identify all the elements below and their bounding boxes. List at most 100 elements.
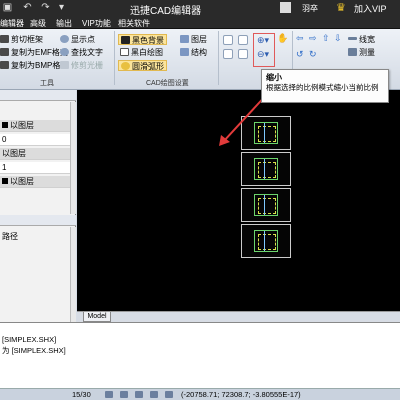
user-name[interactable]: 羽卒: [302, 3, 318, 14]
arrow-up-icon[interactable]: ⇧: [322, 33, 330, 44]
arrow-right-icon[interactable]: ⇨: [309, 33, 317, 44]
fit-icon[interactable]: [223, 49, 233, 59]
structure-label: 结构: [191, 48, 207, 57]
undo-icon[interactable]: ↶: [22, 2, 33, 13]
copy-emf-icon: [0, 48, 9, 56]
menu-advanced[interactable]: 高级: [30, 18, 46, 29]
smooth-arc-button[interactable]: 圆滑弧形: [118, 60, 167, 71]
black-background-button[interactable]: 黑色背景: [118, 34, 167, 45]
find-text-button[interactable]: 查找文字: [60, 47, 103, 58]
layer-row[interactable]: 1: [0, 162, 70, 174]
join-vip-button[interactable]: 加入VIP: [354, 2, 387, 15]
show-points-button[interactable]: 显示点: [60, 34, 95, 45]
group-separator: [114, 31, 115, 85]
layer-row-label: 以图层: [2, 149, 26, 158]
cut-frame-label: 剪切框架: [11, 35, 43, 44]
drawing-thumbnail[interactable]: [241, 188, 291, 222]
save-icon[interactable]: ▣: [2, 2, 13, 13]
app-title: 迅捷CAD编辑器: [130, 6, 202, 17]
arc-icon: [121, 62, 130, 70]
measure-button[interactable]: 测量: [348, 47, 375, 58]
rotate-right-icon[interactable]: ↻: [309, 49, 317, 60]
layers-button[interactable]: 图层: [180, 34, 207, 45]
tools-group-label: 工具: [40, 80, 54, 87]
title-bar: ▣ ↶ ↷ ▾ 迅捷CAD编辑器 羽卒 ♛ 加入VIP: [0, 0, 400, 17]
coordinates: (-20758.71; 72308.7; -3.80555E-17): [181, 390, 301, 399]
structure-button[interactable]: 结构: [180, 47, 207, 58]
arrow-left-icon[interactable]: ⇦: [296, 33, 304, 44]
dropdown-icon[interactable]: ▾: [56, 2, 67, 13]
zoom-in-icon[interactable]: ⊕▾: [257, 35, 269, 46]
show-points-label: 显示点: [71, 35, 95, 44]
user-avatar-icon[interactable]: [280, 2, 291, 13]
layer-panel: 以图层 0 以图层 1 以图层 路径: [0, 90, 76, 322]
tooltip-description: 根据选择的比例模式缩小当前比例: [266, 83, 379, 92]
drawing-thumbnail[interactable]: [241, 224, 291, 258]
horizontal-scrollbar[interactable]: Model: [77, 311, 400, 322]
model-tab[interactable]: Model: [83, 312, 111, 322]
crown-icon[interactable]: ♛: [336, 1, 346, 14]
drawing-canvas[interactable]: [77, 90, 400, 311]
layer-row[interactable]: 以图层: [0, 148, 70, 160]
properties-scrollbar[interactable]: [70, 227, 76, 322]
layer-row[interactable]: 以图层: [0, 176, 70, 188]
osnap-icon[interactable]: [165, 391, 173, 398]
page-indicator: 15/30: [72, 390, 91, 399]
polar-icon[interactable]: [150, 391, 158, 398]
black-white-button[interactable]: 黑白绘图: [120, 47, 163, 58]
trim-raster-button[interactable]: 修剪光栅: [60, 60, 103, 71]
layers-icon: [180, 35, 189, 43]
layer-row-label: 0: [2, 135, 7, 144]
layer-row-label: 以图层: [10, 121, 34, 130]
command-output[interactable]: [SIMPLEX.SHX] 为 [SIMPLEX.SHX]: [0, 322, 400, 388]
layer-scrollbar[interactable]: [70, 102, 76, 214]
command-line: [SIMPLEX.SHX]: [2, 335, 57, 344]
line-width-icon: [348, 37, 357, 40]
cut-icon: [0, 35, 9, 43]
zoom-window-icon[interactable]: [223, 35, 233, 45]
measure-label: 测量: [359, 48, 375, 57]
ortho-icon[interactable]: [135, 391, 143, 398]
zoom-extents-icon[interactable]: [238, 49, 248, 59]
layer-row[interactable]: 0: [0, 134, 70, 146]
snap-icon[interactable]: [120, 391, 128, 398]
black-bg-icon: [121, 36, 130, 44]
redo-icon[interactable]: ↷: [40, 2, 51, 13]
find-text-label: 查找文字: [71, 48, 103, 57]
floor-plan-image: [254, 230, 278, 252]
drawing-thumbnail[interactable]: [241, 152, 291, 186]
zoom-out-tooltip: 缩小 根据选择的比例模式缩小当前比例: [261, 69, 389, 103]
measure-icon: [348, 48, 357, 56]
find-icon: [60, 48, 69, 56]
grid-icon[interactable]: [105, 391, 113, 398]
bw-icon: [120, 48, 129, 56]
layer-row-label: 1: [2, 163, 7, 172]
copy-emf-button[interactable]: 复制为EMF格式: [0, 47, 68, 58]
arrow-down-icon[interactable]: ⇩: [334, 33, 342, 44]
black-background-label: 黑色背景: [132, 36, 164, 45]
black-white-label: 黑白绘图: [131, 48, 163, 57]
layer-color-icon: [2, 178, 8, 184]
copy-bmp-button[interactable]: 复制为BMP格式: [0, 60, 68, 71]
copy-bmp-icon: [0, 61, 9, 69]
menu-editor[interactable]: 编辑器: [0, 18, 24, 29]
pan-hand-icon[interactable]: ✋: [277, 33, 288, 44]
cut-frame-button[interactable]: 剪切框架: [0, 34, 43, 45]
zoom-out-icon[interactable]: ⊖▾: [257, 49, 269, 60]
menu-related-software[interactable]: 相关软件: [118, 18, 150, 29]
menu-bar: 编辑器 高级 输出 VIP功能 相关软件: [0, 16, 400, 29]
group-separator: [218, 31, 219, 85]
panel-header: [0, 90, 76, 101]
menu-vip[interactable]: VIP功能: [82, 18, 111, 29]
panel-divider: [0, 215, 76, 226]
line-width-button[interactable]: 线宽: [348, 34, 375, 45]
rotate-left-icon[interactable]: ↺: [296, 49, 304, 60]
line-width-label: 线宽: [359, 35, 375, 44]
status-bar: 15/30 (-20758.71; 72308.7; -3.80555E-17): [0, 388, 400, 400]
layer-row[interactable]: 以图层: [0, 120, 70, 132]
layer-color-icon: [2, 122, 8, 128]
trim-raster-label: 修剪光栅: [71, 61, 103, 70]
zoom-real-icon[interactable]: [238, 35, 248, 45]
floor-plan-image: [254, 158, 278, 180]
menu-output[interactable]: 输出: [56, 18, 72, 29]
